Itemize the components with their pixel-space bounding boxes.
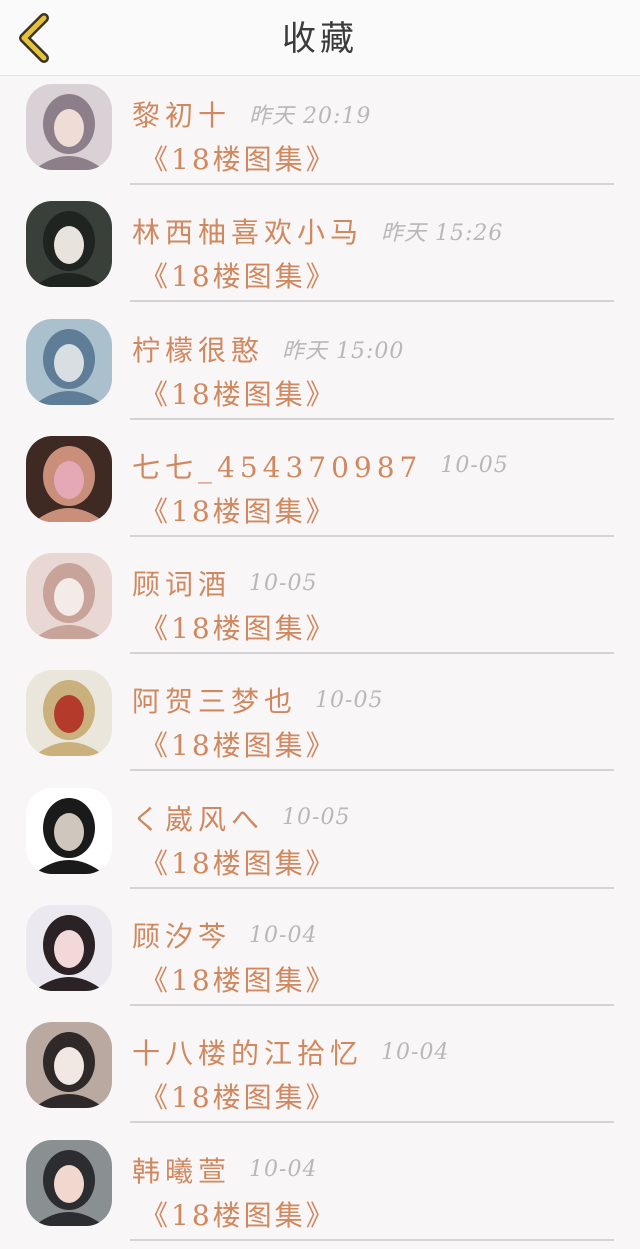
collection-link[interactable]: 《18楼图集》 [140, 724, 337, 764]
avatar[interactable] [26, 905, 112, 992]
avatar[interactable] [26, 201, 112, 288]
collection-link[interactable]: 《18楼图集》 [140, 490, 337, 530]
collection-link[interactable]: 《18楼图集》 [140, 607, 337, 647]
user-name[interactable]: 韩曦萱 [132, 1155, 231, 1188]
avatar[interactable] [26, 1022, 112, 1109]
timestamp: 10-04 [249, 922, 318, 948]
divider [130, 300, 614, 303]
timestamp: 10-05 [249, 570, 318, 596]
user-name[interactable]: 顾汐芩 [132, 920, 231, 953]
timestamp: 10-04 [381, 1039, 450, 1065]
divider [130, 1004, 614, 1007]
avatar[interactable] [26, 435, 112, 522]
item-header: 韩曦萱 10-04 [132, 1150, 317, 1190]
list-item[interactable]: 七七_454370987 10-05 《18楼图集》 [0, 428, 640, 545]
user-name[interactable]: 十八楼的江拾忆 [132, 1037, 363, 1070]
user-name[interactable]: 顾词酒 [132, 568, 231, 601]
list-item[interactable]: く崴风へ 10-05 《18楼图集》 [0, 780, 640, 897]
list-item[interactable]: 黎初十 昨天 20:19 《18楼图集》 [0, 76, 640, 193]
list-item[interactable]: 柠檬很憨 昨天 15:00 《18楼图集》 [0, 311, 640, 428]
item-header: 柠檬很憨 昨天 15:00 [132, 329, 404, 369]
user-name[interactable]: 黎初十 [132, 99, 231, 132]
collection-link[interactable]: 《18楼图集》 [140, 373, 337, 413]
collection-link[interactable]: 《18楼图集》 [140, 1076, 337, 1116]
divider [130, 1121, 614, 1124]
collection-link[interactable]: 《18楼图集》 [140, 138, 337, 178]
item-header: 黎初十 昨天 20:19 [132, 94, 371, 134]
user-name[interactable]: く崴风へ [132, 803, 264, 836]
avatar[interactable] [26, 670, 112, 757]
page-title: 收藏 [282, 19, 358, 59]
list-item[interactable]: 顾词酒 10-05 《18楼图集》 [0, 545, 640, 662]
item-header: 林西柚喜欢小马 昨天 15:26 [132, 211, 503, 251]
item-header: く崴风へ 10-05 [132, 798, 350, 838]
item-header: 七七_454370987 10-05 [132, 446, 509, 486]
divider [130, 886, 614, 889]
item-header: 十八楼的江拾忆 10-04 [132, 1032, 449, 1072]
collection-link[interactable]: 《18楼图集》 [140, 959, 337, 999]
collection-link[interactable]: 《18楼图集》 [140, 255, 337, 295]
avatar[interactable] [26, 553, 112, 640]
user-name[interactable]: 阿贺三梦也 [132, 685, 297, 718]
avatar[interactable] [26, 1139, 112, 1226]
divider [130, 183, 614, 185]
avatar[interactable] [26, 318, 112, 405]
favorites-list: 黎初十 昨天 20:19 《18楼图集》 林西柚喜欢小马 昨天 15:26 《18楼图集》… [0, 76, 640, 1249]
item-header: 顾汐芩 10-04 [132, 915, 317, 955]
user-name[interactable]: 林西柚喜欢小马 [132, 216, 363, 249]
avatar[interactable] [26, 787, 112, 874]
avatar[interactable] [26, 84, 112, 170]
user-name[interactable]: 七七_454370987 [132, 451, 422, 484]
divider [130, 417, 614, 420]
user-name[interactable]: 柠檬很憨 [132, 334, 264, 367]
divider [130, 534, 614, 537]
item-header: 阿贺三梦也 10-05 [132, 680, 383, 720]
timestamp: 10-05 [282, 805, 351, 831]
list-item[interactable]: 顾汐芩 10-04 《18楼图集》 [0, 897, 640, 1014]
collection-link[interactable]: 《18楼图集》 [140, 1194, 337, 1234]
divider [130, 1238, 614, 1241]
timestamp: 昨天 20:19 [249, 104, 372, 129]
collection-link[interactable]: 《18楼图集》 [140, 842, 337, 882]
top-bar: 收藏 [0, 0, 640, 76]
timestamp: 10-04 [249, 1157, 318, 1183]
divider [130, 769, 614, 772]
divider [130, 652, 614, 655]
timestamp: 昨天 15:26 [381, 221, 504, 247]
timestamp: 昨天 15:00 [282, 338, 405, 364]
list-item[interactable]: 韩曦萱 10-04 《18楼图集》 [0, 1132, 640, 1249]
list-item[interactable]: 阿贺三梦也 10-05 《18楼图集》 [0, 662, 640, 779]
timestamp: 10-05 [315, 687, 384, 713]
item-header: 顾词酒 10-05 [132, 563, 317, 603]
list-item[interactable]: 林西柚喜欢小马 昨天 15:26 《18楼图集》 [0, 193, 640, 310]
list-item[interactable]: 十八楼的江拾忆 10-04 《18楼图集》 [0, 1014, 640, 1131]
timestamp: 10-05 [440, 453, 509, 479]
